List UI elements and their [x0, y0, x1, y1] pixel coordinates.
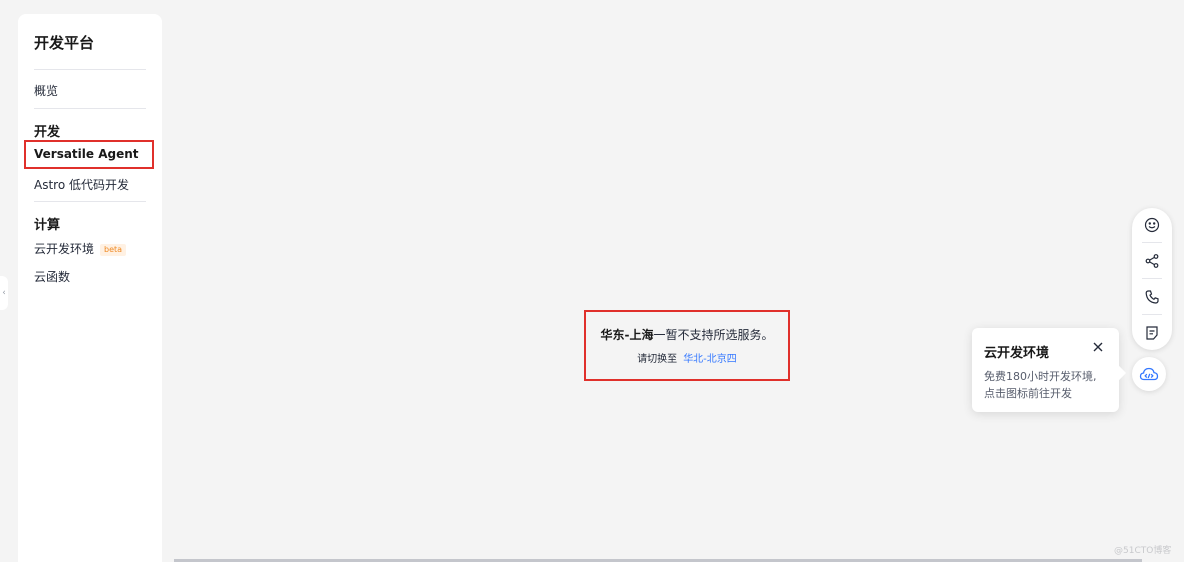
- popover-arrow: [1111, 365, 1127, 381]
- page: ‹ 开发平台 概览 开发 Versatile Agent Astro 低代码开发…: [0, 0, 1184, 562]
- smile-icon[interactable]: [1132, 208, 1172, 242]
- sidebar-title: 开发平台: [34, 34, 95, 52]
- cloud-code-icon[interactable]: [1132, 357, 1166, 391]
- chevron-left-icon: ‹: [2, 288, 6, 298]
- floating-toolbar: [1132, 208, 1172, 350]
- popover-line-1: 免费180小时开发环境,: [984, 370, 1097, 383]
- switch-region-link[interactable]: 华北-北京四: [683, 354, 737, 365]
- share-icon[interactable]: [1132, 244, 1172, 278]
- close-icon[interactable]: [1091, 340, 1105, 354]
- sidebar-group-develop: 开发: [34, 125, 61, 140]
- divider: [1142, 314, 1162, 315]
- sidebar-collapse-tab[interactable]: ‹: [0, 276, 8, 310]
- region-name: 华东-上海: [600, 328, 654, 342]
- cloud-dev-env-popover: 云开发环境 免费180小时开发环境, 点击图标前往开发: [972, 328, 1127, 412]
- divider: [1142, 278, 1162, 279]
- unsupported-region-message: 华东-上海一暂不支持所选服务。 请切换至 华北-北京四: [584, 310, 790, 381]
- sidebar-item-astro[interactable]: Astro 低代码开发: [34, 176, 129, 193]
- beta-badge: beta: [100, 244, 127, 256]
- sidebar-item-overview[interactable]: 概览: [34, 82, 58, 99]
- feedback-icon[interactable]: [1132, 316, 1172, 350]
- switch-prompt: 请切换至: [637, 354, 678, 365]
- divider: [34, 201, 146, 202]
- phone-icon[interactable]: [1132, 280, 1172, 314]
- sidebar-item-cloud-function[interactable]: 云函数: [34, 268, 70, 285]
- watermark: @51CTO博客: [1114, 546, 1172, 556]
- message-switch: 请切换至 华北-北京四: [586, 350, 788, 365]
- message-main: 华东-上海一暂不支持所选服务。: [586, 326, 788, 343]
- divider: [34, 108, 146, 109]
- sidebar-item-versatile-agent[interactable]: Versatile Agent: [34, 147, 139, 161]
- sidebar-group-compute: 计算: [34, 218, 61, 233]
- popover-text: 免费180小时开发环境, 点击图标前往开发: [984, 368, 1112, 402]
- sidebar-item-label: 云开发环境: [34, 242, 95, 256]
- message-text: 一暂不支持所选服务。: [653, 328, 774, 342]
- popover-line-2: 点击图标前往开发: [984, 387, 1072, 400]
- popover-title: 云开发环境: [984, 346, 1050, 361]
- sidebar: 开发平台 概览 开发 Versatile Agent Astro 低代码开发 计…: [18, 14, 162, 562]
- divider: [34, 69, 146, 70]
- sidebar-item-cloud-dev-env[interactable]: 云开发环境 beta: [34, 240, 127, 257]
- divider: [1142, 242, 1162, 243]
